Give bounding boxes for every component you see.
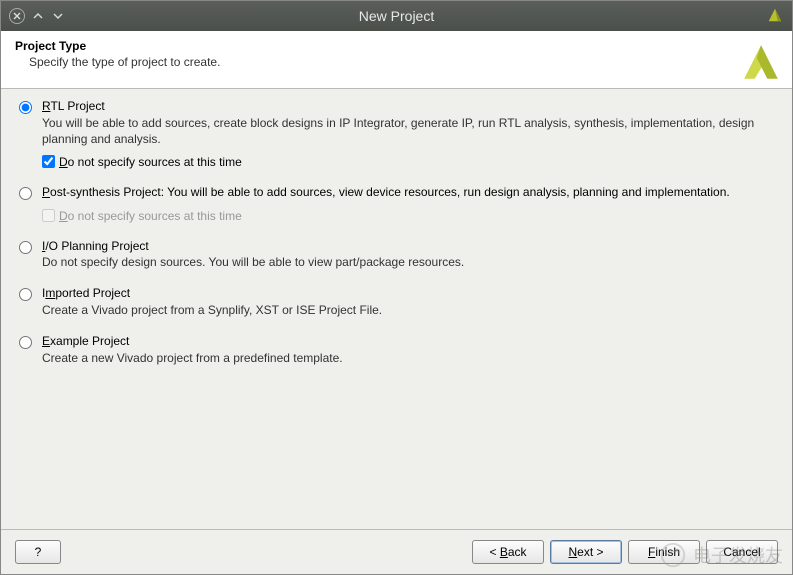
radio-example[interactable] bbox=[19, 336, 32, 349]
option-imported-title: Imported Project bbox=[42, 286, 774, 302]
option-rtl-project[interactable]: RTL Project You will be able to add sour… bbox=[19, 99, 774, 169]
option-post-synth-title: Post-synthesis Project: You will be able… bbox=[42, 185, 774, 201]
radio-post-synthesis[interactable] bbox=[19, 187, 32, 200]
option-imported[interactable]: Imported Project Create a Vivado project… bbox=[19, 286, 774, 318]
radio-rtl-project[interactable] bbox=[19, 101, 32, 114]
rtl-no-sources-row[interactable]: Do not specify sources at this time bbox=[42, 155, 774, 169]
cancel-button[interactable]: Cancel bbox=[706, 540, 778, 564]
window-title: New Project bbox=[1, 8, 792, 24]
vivado-logo-icon bbox=[740, 41, 782, 86]
option-post-synthesis[interactable]: Post-synthesis Project: You will be able… bbox=[19, 185, 774, 223]
option-example-desc: Create a new Vivado project from a prede… bbox=[42, 350, 774, 366]
checkbox-rtl-no-sources[interactable] bbox=[42, 155, 55, 168]
wizard-footer: ? < Back Next > Finish Cancel bbox=[1, 529, 792, 573]
help-button[interactable]: ? bbox=[15, 540, 61, 564]
option-io-title: I/O Planning Project bbox=[42, 239, 774, 255]
option-example-title: Example Project bbox=[42, 334, 774, 350]
page-subtitle: Specify the type of project to create. bbox=[15, 55, 778, 69]
option-example[interactable]: Example Project Create a new Vivado proj… bbox=[19, 334, 774, 366]
finish-button[interactable]: Finish bbox=[628, 540, 700, 564]
wizard-header: Project Type Specify the type of project… bbox=[1, 31, 792, 89]
post-synth-no-sources-label: Do not specify sources at this time bbox=[59, 209, 242, 223]
rtl-no-sources-label: Do not specify sources at this time bbox=[59, 155, 242, 169]
checkbox-post-synth-no-sources bbox=[42, 209, 55, 222]
radio-imported[interactable] bbox=[19, 288, 32, 301]
option-io-planning[interactable]: I/O Planning Project Do not specify desi… bbox=[19, 239, 774, 271]
option-imported-desc: Create a Vivado project from a Synplify,… bbox=[42, 302, 774, 318]
chevron-down-icon[interactable] bbox=[51, 9, 65, 23]
option-rtl-title: RTL Project bbox=[42, 99, 774, 115]
close-icon[interactable] bbox=[9, 8, 25, 24]
radio-io-planning[interactable] bbox=[19, 241, 32, 254]
next-button[interactable]: Next > bbox=[550, 540, 622, 564]
options-panel: RTL Project You will be able to add sour… bbox=[1, 89, 792, 529]
back-button[interactable]: < Back bbox=[472, 540, 544, 564]
titlebar: New Project bbox=[1, 1, 792, 31]
chevron-up-icon[interactable] bbox=[31, 9, 45, 23]
app-logo-icon bbox=[766, 6, 784, 27]
option-rtl-desc: You will be able to add sources, create … bbox=[42, 115, 774, 147]
page-title: Project Type bbox=[15, 39, 778, 53]
post-synth-no-sources-row: Do not specify sources at this time bbox=[42, 209, 774, 223]
option-io-desc: Do not specify design sources. You will … bbox=[42, 254, 774, 270]
